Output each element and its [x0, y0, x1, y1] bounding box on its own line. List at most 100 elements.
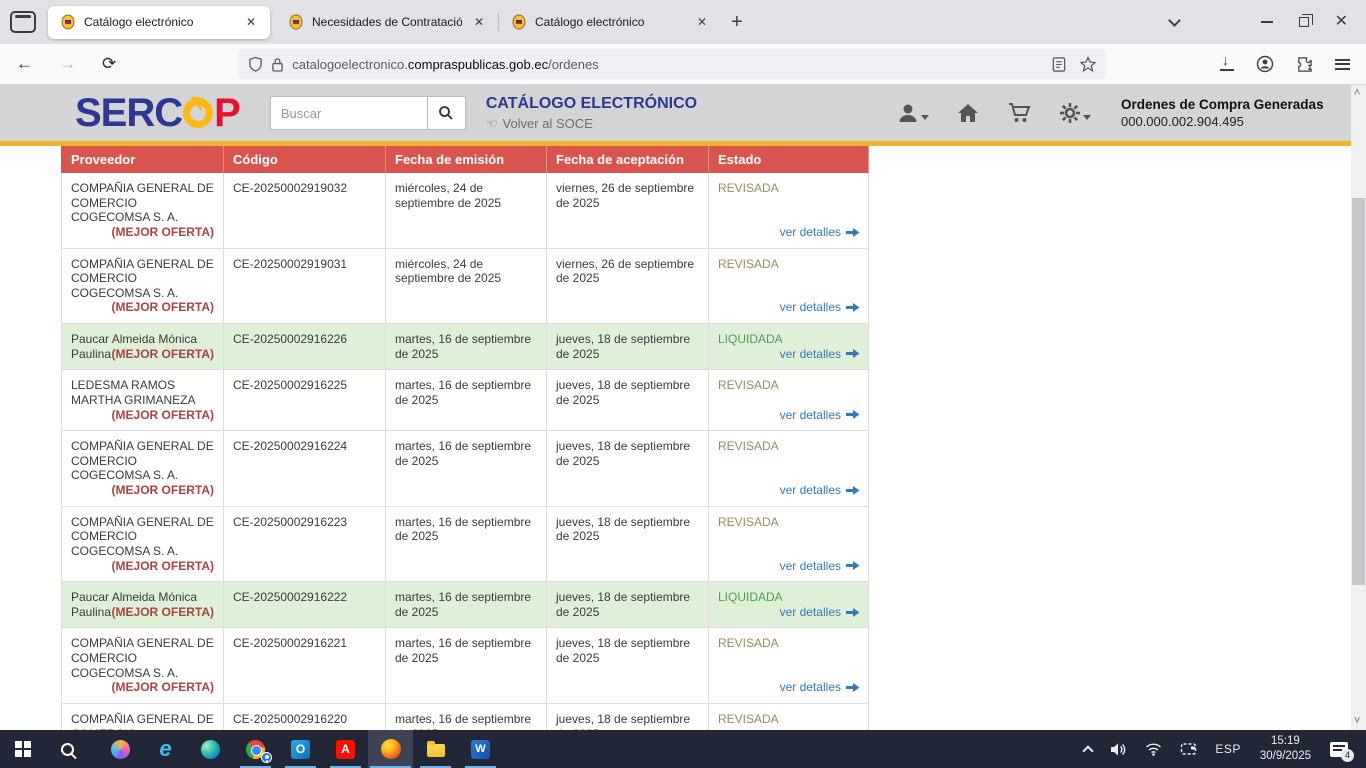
search-button[interactable] — [428, 96, 466, 130]
action-center-button[interactable]: 4 — [1323, 730, 1360, 768]
ver-detalles-link[interactable]: ver detalles — [780, 605, 860, 620]
orders-counter: Ordenes de Compra Generadas 000.000.002.… — [1121, 97, 1329, 129]
scroll-down-arrow[interactable]: ˅ — [1354, 717, 1363, 726]
taskbar-clock[interactable]: 15:19 30/9/2025 — [1252, 734, 1319, 764]
user-icon — [897, 102, 919, 124]
copilot-icon — [111, 740, 130, 759]
user-menu[interactable] — [897, 102, 929, 124]
provider-name: COMPAÑIA GENERAL DE COMERCIO COGECOMSA S… — [71, 181, 214, 224]
provider-cell: COMPAÑIA GENERAL DE COMERCIO COGECOMSA S… — [62, 506, 224, 582]
word-button[interactable]: W — [458, 730, 503, 768]
arrow-right-icon — [846, 409, 860, 420]
account-icon[interactable] — [1256, 55, 1274, 73]
file-explorer-button[interactable] — [413, 730, 458, 768]
search-input[interactable] — [270, 96, 428, 130]
reader-view-icon[interactable] — [1052, 57, 1066, 72]
list-all-tabs-icon[interactable] — [1168, 14, 1181, 27]
ver-detalles-link[interactable]: ver detalles — [780, 559, 860, 574]
status-badge: LIQUIDADA — [718, 590, 783, 604]
tab-catalogo-1[interactable]: Catálogo electrónico ✕ — [48, 6, 270, 39]
window-minimize-button[interactable] — [1261, 21, 1273, 23]
copilot-button[interactable] — [98, 730, 143, 768]
provider-cell: COMPAÑIA GENERAL DE COMERCIO COGECOMSA S… — [62, 431, 224, 507]
emission-date-cell: miércoles, 24 de septiembre de 2025 — [386, 248, 547, 324]
ver-detalles-link[interactable]: ver detalles — [780, 483, 860, 498]
column-header-proveedor: Proveedor — [62, 147, 224, 173]
catalog-search — [270, 96, 466, 130]
reload-button[interactable]: ⟳ — [92, 50, 126, 78]
edge-button[interactable] — [188, 730, 233, 768]
tab-catalogo-2[interactable]: Catálogo electrónico ✕ — [499, 6, 721, 39]
ecuador-crest-icon — [60, 14, 76, 30]
status-cell: REVISADA ver detalles — [709, 506, 869, 582]
order-row: COMPAÑIA GENERAL DE COMERCIO COGECOMSA S… — [62, 506, 869, 582]
tab-close-icon[interactable]: ✕ — [693, 13, 711, 31]
firefox-icon — [381, 739, 401, 759]
ver-detalles-link[interactable]: ver detalles — [780, 300, 860, 315]
downloads-icon[interactable] — [1220, 57, 1234, 71]
screen: Catálogo electrónico ✕ Necesidades de Co… — [0, 0, 1366, 768]
taskbar-search-button[interactable] — [45, 730, 90, 768]
provider-cell: COMPAÑIA GENERAL DE COMERCIO COGECOMSA S… — [62, 248, 224, 324]
orders-counter-value: 000.000.002.904.495 — [1121, 114, 1329, 129]
tab-title: Necesidades de Contratación y — [312, 15, 462, 29]
extensions-puzzle-icon[interactable] — [1296, 56, 1313, 73]
new-tab-button[interactable]: + — [721, 9, 753, 36]
window-restore-button[interactable] — [1299, 17, 1309, 27]
chrome-button[interactable] — [233, 730, 278, 768]
tray-expand-button[interactable] — [1077, 730, 1099, 768]
status-badge: REVISADA — [718, 439, 779, 453]
status-badge: REVISADA — [718, 712, 779, 726]
settings-menu[interactable] — [1059, 102, 1091, 124]
wifi-button[interactable] — [1138, 730, 1169, 768]
outlook-button[interactable]: O — [278, 730, 323, 768]
chevron-down-icon — [921, 115, 929, 120]
code-cell: CE-20250002916224 — [224, 431, 386, 507]
firefox-button[interactable] — [368, 730, 413, 768]
menu-hamburger-icon[interactable] — [1335, 59, 1350, 70]
cart-icon — [1007, 102, 1031, 124]
sercop-logo[interactable]: SERC P — [75, 93, 240, 133]
forward-button[interactable]: → — [49, 50, 86, 78]
ver-detalles-label: ver detalles — [780, 300, 841, 315]
start-button[interactable] — [0, 730, 45, 768]
volver-al-soce-link[interactable]: ☜ Volver al SOCE — [486, 116, 697, 132]
volume-button[interactable] — [1103, 730, 1134, 768]
word-icon: W — [471, 740, 490, 759]
internet-explorer-button[interactable]: e — [143, 730, 188, 768]
ver-detalles-link[interactable]: ver detalles — [780, 408, 860, 423]
home-button[interactable] — [957, 103, 979, 123]
back-button[interactable]: ← — [6, 50, 43, 78]
scroll-up-arrow[interactable]: ˄ — [1354, 89, 1363, 98]
status-cell: REVISADA ver detalles — [709, 370, 869, 431]
url-bar[interactable]: catalogoelectronico.compraspublicas.gob.… — [238, 49, 1106, 79]
ver-detalles-link[interactable]: ver detalles — [780, 680, 860, 695]
page-scrollbar[interactable]: ˄ ˅ — [1351, 85, 1366, 730]
language-indicator[interactable]: ESP — [1208, 730, 1248, 768]
lock-icon[interactable] — [271, 57, 284, 72]
acrobat-button[interactable]: A — [323, 730, 368, 768]
ver-detalles-link[interactable]: ver detalles — [780, 225, 860, 240]
tab-necesidades[interactable]: Necesidades de Contratación y ✕ — [276, 6, 498, 39]
best-offer-badge: (MEJOR OFERTA) — [112, 347, 214, 362]
tab-title: Catálogo electrónico — [535, 15, 685, 29]
status-cell: REVISADA ver detalles — [709, 248, 869, 324]
status-cell: LIQUIDADA ver detalles — [709, 582, 869, 628]
best-offer-badge: (MEJOR OFERTA) — [112, 605, 214, 620]
provider-cell: LEDESMA RAMOS MARTHA GRIMANEZA (MEJOR OF… — [62, 370, 224, 431]
bookmark-star-icon[interactable] — [1080, 56, 1096, 72]
tab-close-icon[interactable]: ✕ — [470, 13, 488, 31]
notification-badge: 4 — [1341, 749, 1354, 762]
display-connect-button[interactable] — [1173, 730, 1204, 768]
best-offer-badge: (MEJOR OFERTA) — [112, 483, 214, 498]
order-row: Paucar Almeida Mónica Paulina (MEJOR OFE… — [62, 324, 869, 370]
window-close-button[interactable]: ✕ — [1335, 14, 1348, 30]
tracking-shield-icon[interactable] — [248, 56, 263, 72]
ver-detalles-link[interactable]: ver detalles — [780, 347, 860, 362]
scrollbar-thumb[interactable] — [1352, 198, 1365, 585]
code-cell: CE-20250002919031 — [224, 248, 386, 324]
ver-detalles-label: ver detalles — [780, 605, 841, 620]
firefox-view-icon[interactable] — [10, 11, 36, 33]
tab-close-icon[interactable]: ✕ — [242, 13, 260, 31]
cart-button[interactable] — [1007, 102, 1031, 124]
